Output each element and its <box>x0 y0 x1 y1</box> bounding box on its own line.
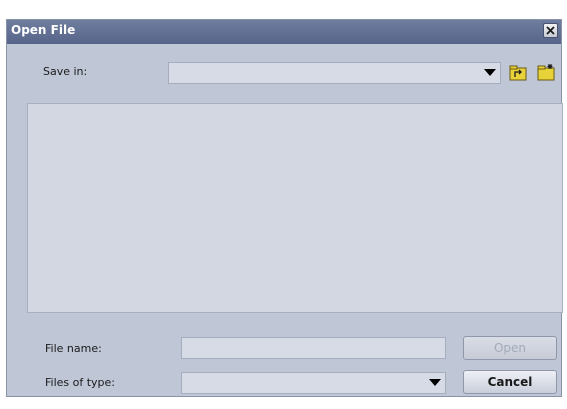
file-name-input[interactable] <box>181 337 446 359</box>
files-of-type-dropdown[interactable] <box>181 372 446 394</box>
file-list[interactable] <box>27 103 563 313</box>
open-button[interactable]: Open <box>463 336 557 360</box>
close-icon <box>546 26 555 35</box>
cancel-button[interactable]: Cancel <box>463 370 557 394</box>
open-file-dialog: Open File Save in: File name: Files of t… <box>6 19 563 397</box>
close-button[interactable] <box>543 23 558 38</box>
files-of-type-label: Files of type: <box>45 376 116 389</box>
chevron-down-icon[interactable] <box>484 69 496 76</box>
new-folder-icon <box>537 64 555 81</box>
save-in-label: Save in: <box>43 65 88 78</box>
title-bar[interactable]: Open File <box>7 20 561 44</box>
up-folder-button[interactable] <box>509 64 527 82</box>
file-name-label: File name: <box>45 342 102 355</box>
chevron-down-icon[interactable] <box>429 379 441 386</box>
up-folder-icon <box>509 65 527 81</box>
dialog-title: Open File <box>11 23 76 37</box>
save-in-dropdown[interactable] <box>168 62 501 84</box>
new-folder-button[interactable] <box>537 63 555 81</box>
